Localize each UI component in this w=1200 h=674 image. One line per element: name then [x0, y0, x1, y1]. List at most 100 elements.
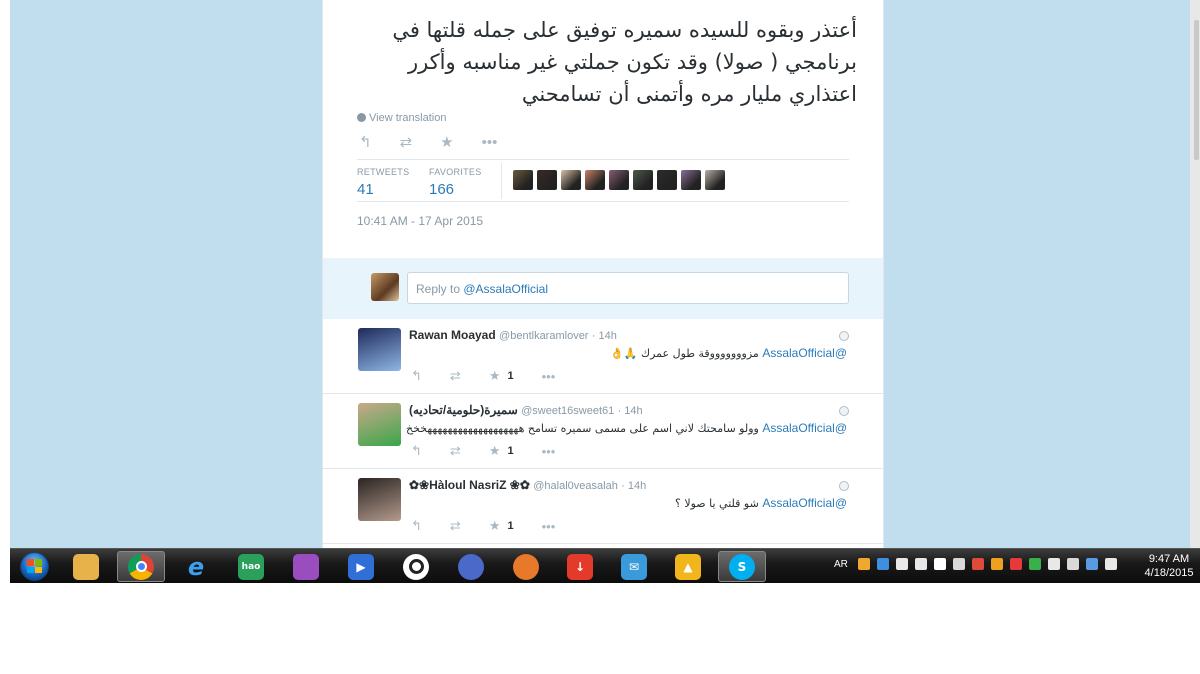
favorites-count[interactable]: 166 — [429, 181, 482, 198]
tray-icon[interactable] — [1086, 558, 1098, 570]
tray-icon[interactable] — [896, 558, 908, 570]
reply-tweet[interactable]: Rawan Moayad @bentlkaramlover · 14h @Assa… — [323, 319, 883, 394]
reply-icon[interactable]: ↰ — [359, 133, 372, 151]
browser-sphere-icon — [458, 553, 484, 580]
tray-icon[interactable] — [1067, 558, 1079, 570]
retweets-stat[interactable]: RETWEETS 41 — [357, 167, 409, 198]
reply-author-name[interactable]: ✿❀Hàloul NasriZ ❀✿ — [409, 478, 530, 492]
tray-icon[interactable] — [953, 558, 965, 570]
reply-author-name[interactable]: سميرة(حلومية/تحاديه) — [409, 403, 518, 417]
ie-taskbar-button[interactable]: e — [172, 551, 220, 582]
avatar[interactable] — [358, 478, 401, 521]
reply-time[interactable]: · 14h — [621, 480, 646, 492]
browser-sphere-taskbar-button[interactable] — [447, 551, 495, 582]
favorite-count: 1 — [507, 445, 514, 457]
chevron-down-icon[interactable] — [839, 481, 849, 491]
reply-author-name[interactable]: Rawan Moayad — [409, 328, 496, 342]
more-icon[interactable]: ••• — [542, 369, 556, 384]
retweet-icon[interactable]: ⇄ — [450, 518, 461, 534]
favoriter-avatar[interactable] — [705, 170, 725, 190]
chevron-down-icon[interactable] — [839, 406, 849, 416]
favorite-icon[interactable]: ★ — [440, 133, 453, 151]
reply-text: @AssalaOfficial وولو سامحتك لاني اسم على… — [406, 421, 847, 435]
firefox-taskbar-button[interactable] — [502, 551, 550, 582]
mail-taskbar-button[interactable]: ✉ — [610, 551, 658, 582]
warning-app-taskbar-button[interactable]: ▲ — [664, 551, 712, 582]
favoriter-avatar[interactable] — [537, 170, 557, 190]
reply-time[interactable]: · 14h — [618, 405, 643, 417]
favoriter-avatar[interactable] — [585, 170, 605, 190]
favoriter-avatar[interactable] — [681, 170, 701, 190]
chevron-down-icon[interactable] — [839, 331, 849, 341]
favoriter-avatar[interactable] — [513, 170, 533, 190]
retweets-label: RETWEETS — [357, 167, 410, 177]
divider — [357, 159, 849, 160]
more-icon[interactable]: ••• — [542, 444, 556, 459]
warning-app-icon: ▲ — [675, 553, 701, 580]
explorer-taskbar-button[interactable] — [62, 551, 110, 582]
scrollbar-thumb[interactable] — [1194, 20, 1199, 160]
tray-icon[interactable] — [1029, 558, 1041, 570]
favorite-icon[interactable]: ★ 1 — [489, 443, 514, 459]
tray-icon[interactable] — [1048, 558, 1060, 570]
reply-icon[interactable]: ↰ — [411, 443, 422, 459]
favoriter-avatar[interactable] — [561, 170, 581, 190]
more-icon[interactable]: ••• — [542, 519, 556, 534]
media-player-taskbar-button[interactable]: ▶ — [337, 551, 385, 582]
tray-icon[interactable] — [934, 558, 946, 570]
circle-app-icon — [403, 553, 429, 580]
reply-time[interactable]: · 14h — [592, 330, 617, 342]
skype-taskbar-button[interactable]: S — [718, 551, 766, 582]
favoriter-avatar[interactable] — [657, 170, 677, 190]
reply-icon[interactable]: ↰ — [411, 368, 422, 384]
favoriter-avatar[interactable] — [609, 170, 629, 190]
language-indicator[interactable]: AR — [834, 559, 848, 570]
clock-date: 4/18/2015 — [1144, 567, 1194, 579]
tweet-actions: ↰ ⇄ ★ ••• — [359, 133, 525, 152]
chrome-taskbar-button[interactable] — [117, 551, 165, 582]
favorite-icon[interactable]: ★ 1 — [489, 518, 514, 534]
tray-icon[interactable] — [1105, 558, 1117, 570]
reply-mention[interactable]: @AssalaOfficial — [762, 346, 847, 360]
tray-icon[interactable] — [915, 558, 927, 570]
reply-input[interactable]: Reply to @AssalaOfficial — [407, 272, 849, 304]
avatar[interactable] — [358, 403, 401, 446]
more-icon[interactable]: ••• — [482, 134, 498, 151]
tray-icon[interactable] — [991, 558, 1003, 570]
retweet-icon[interactable]: ⇄ — [400, 133, 413, 151]
explorer-icon — [73, 553, 99, 580]
circle-app-taskbar-button[interactable] — [392, 551, 440, 582]
favoriter-avatars — [513, 170, 729, 190]
tray-icon[interactable] — [972, 558, 984, 570]
tray-icon[interactable] — [877, 558, 889, 570]
reply-mention[interactable]: @AssalaOfficial — [762, 496, 847, 510]
retweet-icon[interactable]: ⇄ — [450, 443, 461, 459]
tray-icon[interactable] — [858, 558, 870, 570]
reply-tweet[interactable]: ✿❀Hàloul NasriZ ❀✿ @halal0veasalah · 14h… — [323, 469, 883, 544]
download-taskbar-button[interactable]: ↓ — [556, 551, 604, 582]
view-translation-link[interactable]: View translation — [357, 112, 446, 124]
retweets-count[interactable]: 41 — [357, 181, 409, 198]
tray-icon[interactable] — [1010, 558, 1022, 570]
reply-author-handle[interactable]: @sweet16sweet61 — [521, 405, 614, 417]
favorite-icon[interactable]: ★ 1 — [489, 368, 514, 384]
avatar[interactable] — [358, 328, 401, 371]
tweet-timestamp[interactable]: 10:41 AM - 17 Apr 2015 — [357, 214, 483, 228]
favoriter-avatar[interactable] — [633, 170, 653, 190]
reply-author-handle[interactable]: @bentlkaramlover — [499, 330, 588, 342]
messenger-taskbar-button[interactable] — [282, 551, 330, 582]
reply-author-handle[interactable]: @halal0veasalah — [533, 480, 618, 492]
reply-icon[interactable]: ↰ — [411, 518, 422, 534]
start-button[interactable] — [14, 551, 54, 581]
reply-tweet[interactable]: سميرة(حلومية/تحاديه) @sweet16sweet61 · 1… — [323, 394, 883, 469]
mail-icon: ✉ — [621, 553, 647, 580]
media-player-icon: ▶ — [348, 553, 374, 580]
favorites-stat[interactable]: FAVORITES 166 — [429, 167, 482, 198]
reply-prefix: Reply to — [416, 282, 464, 296]
clock[interactable]: 9:47 AM 4/18/2015 — [1144, 552, 1194, 580]
reply-mention[interactable]: @AssalaOfficial — [762, 421, 847, 435]
favorite-count: 1 — [507, 370, 514, 382]
chrome-icon — [128, 553, 154, 580]
retweet-icon[interactable]: ⇄ — [450, 368, 461, 384]
hao123-taskbar-button[interactable]: hao — [227, 551, 275, 582]
